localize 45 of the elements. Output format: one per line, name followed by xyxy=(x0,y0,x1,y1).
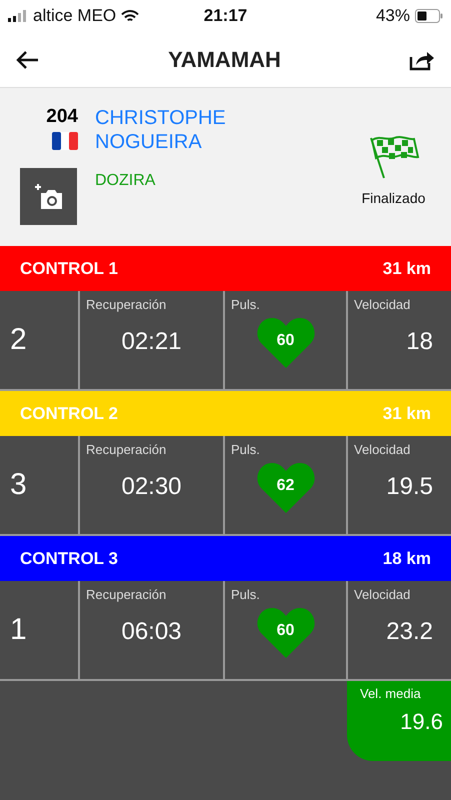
control-distance: 31 km xyxy=(382,258,431,278)
speed-label: Velocidad xyxy=(354,442,412,457)
recovery-time: 02:30 xyxy=(121,473,182,501)
heart-icon xyxy=(256,316,314,368)
control-name: CONTROL 3 xyxy=(20,548,118,568)
recovery-time: 02:21 xyxy=(121,328,182,356)
status-label: Finalizado xyxy=(362,190,426,206)
recovery-label: Recuperación xyxy=(86,442,168,457)
battery-icon xyxy=(414,9,443,23)
average-speed-value: 19.6 xyxy=(400,709,443,735)
pulse-label: Puls. xyxy=(231,297,261,312)
rank-value: 2 xyxy=(10,323,28,357)
carrier-name: altice MEO xyxy=(33,6,116,26)
horse-name: DOZIRA xyxy=(95,172,156,190)
recovery-time: 06:03 xyxy=(121,618,182,646)
speed-label: Velocidad xyxy=(354,587,412,602)
rank-value: 3 xyxy=(10,468,28,502)
recovery-label: Recuperación xyxy=(86,297,168,312)
wifi-icon xyxy=(121,10,140,22)
speed-label: Velocidad xyxy=(354,297,412,312)
add-photo-button[interactable] xyxy=(20,168,77,225)
pulse-value: 60 xyxy=(276,622,296,640)
speed-value: 19.5 xyxy=(386,473,433,501)
pulse-value: 62 xyxy=(276,477,296,495)
speed-value: 23.2 xyxy=(386,618,433,646)
pulse-label: Puls. xyxy=(231,587,261,602)
pulse-label: Puls. xyxy=(231,442,261,457)
recovery-label: Recuperación xyxy=(86,587,168,602)
control-distance: 31 km xyxy=(382,404,431,424)
control-name: CONTROL 1 xyxy=(20,258,118,278)
heart-icon xyxy=(256,461,314,513)
control-name: CONTROL 2 xyxy=(20,404,118,424)
flag-icon xyxy=(52,132,78,150)
clock-time: 21:17 xyxy=(204,6,248,26)
rank-value: 1 xyxy=(10,613,28,647)
signal-icon xyxy=(8,10,28,22)
heart-icon xyxy=(256,606,314,658)
speed-value: 18 xyxy=(406,328,433,356)
rider-name: CHRISTOPHE NOGUEIRA xyxy=(95,106,227,154)
average-speed-label: Vel. media xyxy=(360,686,422,701)
screen-title: YAMAMAH xyxy=(168,46,281,72)
rider-number: 204 xyxy=(46,106,78,128)
control-distance: 18 km xyxy=(382,548,431,568)
pulse-value: 60 xyxy=(276,332,296,350)
battery-percent: 43% xyxy=(376,6,410,26)
